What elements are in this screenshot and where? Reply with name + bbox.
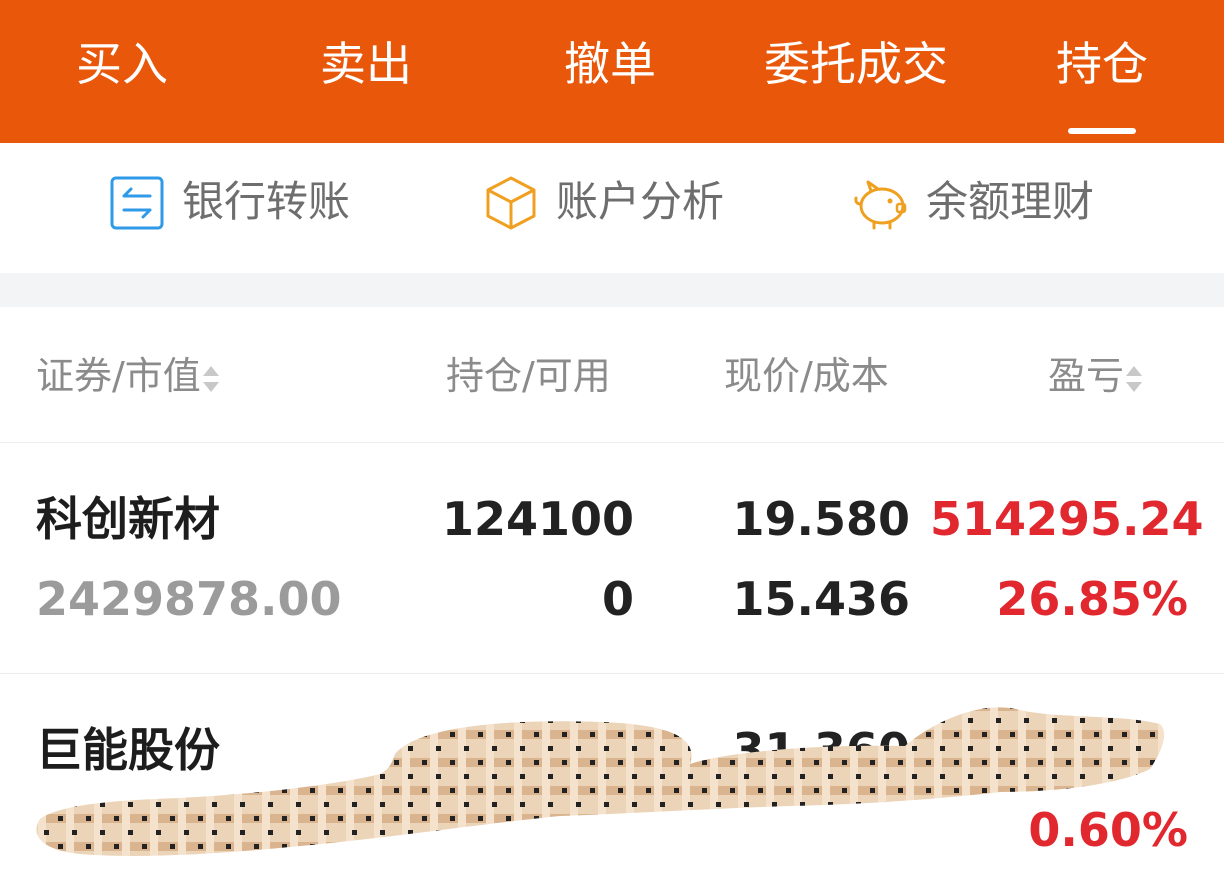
cost-price: 15.436 [732, 572, 910, 626]
current-price: 31.360 [732, 723, 910, 777]
account-analysis-button[interactable]: 账户分析 [482, 169, 752, 235]
profit-loss-percent: 0.60% [1028, 803, 1188, 857]
header-pnl-label: 盈亏 [1048, 354, 1125, 398]
quick-actions: 银行转账 账户分析 余额理财 [0, 143, 1224, 273]
stock-name: 科创新材 [36, 492, 220, 546]
cube-icon [482, 174, 540, 232]
trade-tab-bar: 买入 卖出 撤单 委托成交 持仓 [0, 0, 1224, 143]
profit-loss-percent: 26.85% [996, 572, 1188, 626]
balance-wealth-label: 余额理财 [926, 177, 1095, 226]
section-divider [0, 273, 1224, 307]
tab-sell[interactable]: 卖出 [316, 34, 416, 94]
tab-orders-trades[interactable]: 委托成交 [754, 34, 958, 94]
account-analysis-label: 账户分析 [556, 177, 725, 226]
current-price: 19.580 [732, 492, 910, 546]
holding-row[interactable]: 巨能股份 31.360 0.60% [0, 674, 1224, 890]
market-value: 2429878.00 [36, 572, 342, 626]
profit-loss: 514295.24 [930, 492, 1204, 546]
tab-cancel-order[interactable]: 撤单 [560, 34, 660, 94]
header-security-sort[interactable]: 证券/市值 [36, 351, 219, 401]
holdings-table-header: 证券/市值 持仓/可用 现价/成本 盈亏 [0, 307, 1224, 443]
bank-transfer-label: 银行转账 [182, 177, 351, 226]
stock-name: 巨能股份 [36, 723, 220, 777]
holding-row[interactable]: 科创新材 2429878.00 124100 0 19.580 15.436 5… [0, 443, 1224, 674]
bank-transfer-button[interactable]: 银行转账 [108, 169, 378, 235]
header-price-label: 现价/成本 [724, 354, 889, 398]
sort-icon [1126, 362, 1143, 396]
available-qty: 0 [601, 572, 634, 626]
sort-icon [202, 362, 219, 396]
tab-positions[interactable]: 持仓 [1050, 34, 1154, 94]
bank-transfer-icon [108, 174, 166, 232]
tab-buy[interactable]: 买入 [72, 34, 172, 94]
header-pnl-sort[interactable]: 盈亏 [1048, 351, 1143, 401]
active-tab-indicator [1068, 128, 1136, 134]
position-qty: 124100 [441, 492, 634, 546]
balance-wealth-button[interactable]: 余额理财 [852, 169, 1122, 235]
header-position-label: 持仓/可用 [446, 354, 611, 398]
header-security-label: 证券/市值 [36, 354, 201, 398]
piggy-bank-icon [852, 174, 910, 232]
